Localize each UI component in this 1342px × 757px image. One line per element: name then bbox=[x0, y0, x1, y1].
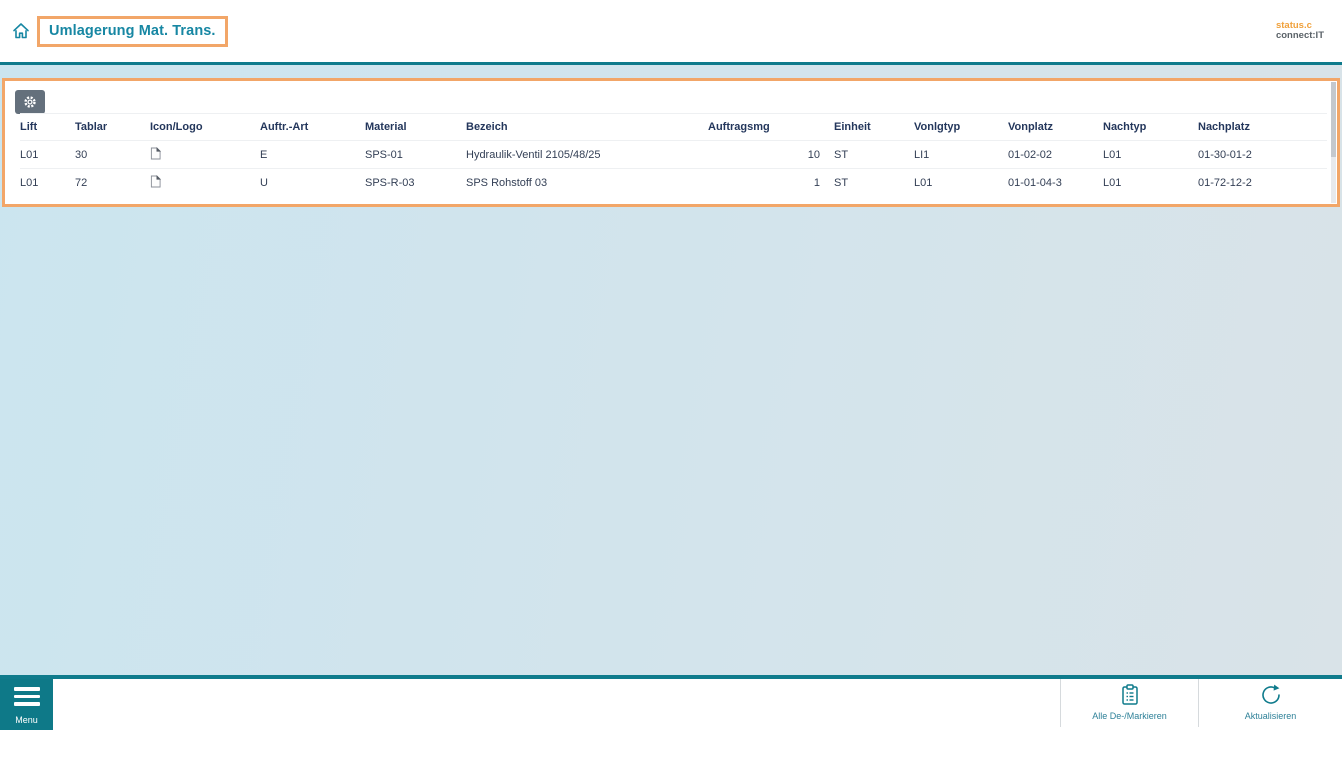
col-header-vonplatz[interactable]: Vonplatz bbox=[1008, 113, 1103, 141]
app-window: Umlagerung Mat. Trans. status.c connect:… bbox=[0, 0, 1342, 757]
col-header-auftr-art[interactable]: Auftr.-Art bbox=[260, 113, 365, 141]
clipboard-icon bbox=[1121, 684, 1138, 705]
col-header-auftragsmg[interactable]: Auftragsmg bbox=[708, 113, 834, 141]
cell-tablar: 30 bbox=[75, 140, 150, 169]
top-bar: Umlagerung Mat. Trans. status.c connect:… bbox=[0, 0, 1342, 62]
table-settings-button[interactable] bbox=[15, 90, 45, 114]
menu-button[interactable]: Menu bbox=[0, 679, 53, 730]
footer-bar: Menu Alle De-/Markieren Aktualisieren bbox=[0, 675, 1342, 753]
col-header-material[interactable]: Material bbox=[365, 113, 466, 141]
cell-auftr-art: E bbox=[260, 140, 365, 169]
cell-vonlgtyp: LI1 bbox=[914, 140, 1008, 169]
title-highlight-box: Umlagerung Mat. Trans. bbox=[37, 15, 228, 47]
col-header-tablar[interactable]: Tablar bbox=[75, 113, 150, 141]
scrollbar-thumb[interactable] bbox=[1331, 82, 1336, 158]
table-header-row: Lift Tablar Icon/Logo Auftr.-Art Materia… bbox=[20, 113, 1327, 141]
col-header-vonlgtyp[interactable]: Vonlgtyp bbox=[914, 113, 1008, 141]
table-row[interactable]: L01 72 U SPS-R-03 SPS Rohstoff 03 1 ST L… bbox=[20, 169, 1327, 197]
col-header-nachplatz[interactable]: Nachplatz bbox=[1198, 113, 1327, 141]
cell-bezeich: Hydraulik-Ventil 2105/48/25 bbox=[466, 140, 708, 169]
cell-einheit: ST bbox=[834, 176, 849, 189]
cell-bezeich: SPS Rohstoff 03 bbox=[466, 176, 548, 189]
page-title: Umlagerung Mat. Trans. bbox=[49, 22, 216, 39]
cell-lift: L01 bbox=[20, 176, 39, 189]
home-icon bbox=[13, 23, 29, 39]
cell-lift: L01 bbox=[20, 140, 75, 169]
content-area: Lift Tablar Icon/Logo Auftr.-Art Materia… bbox=[0, 65, 1342, 675]
table-scrollbar[interactable] bbox=[1331, 82, 1336, 203]
hamburger-icon bbox=[13, 687, 40, 706]
transport-table-panel: Lift Tablar Icon/Logo Auftr.-Art Materia… bbox=[2, 78, 1340, 207]
cell-nachtyp: L01 bbox=[1103, 140, 1198, 169]
footer-actions: Alle De-/Markieren Aktualisieren bbox=[1060, 679, 1342, 727]
cell-material: SPS-01 bbox=[365, 140, 466, 169]
cell-icon bbox=[150, 140, 260, 169]
gear-icon bbox=[24, 96, 36, 108]
cell-material: SPS-R-03 bbox=[365, 176, 415, 189]
home-button[interactable] bbox=[10, 20, 32, 42]
col-header-lift[interactable]: Lift bbox=[20, 113, 75, 141]
document-icon bbox=[150, 146, 161, 159]
transport-table: Lift Tablar Icon/Logo Auftr.-Art Materia… bbox=[20, 113, 1327, 197]
cell-icon bbox=[150, 169, 260, 197]
cell-nachplatz: 01-72-12-2 bbox=[1198, 176, 1252, 189]
cell-nachplatz: 01-30-01-2 bbox=[1198, 140, 1327, 169]
refresh-icon bbox=[1261, 684, 1280, 704]
mark-all-button[interactable]: Alle De-/Markieren bbox=[1060, 679, 1198, 727]
col-header-einheit[interactable]: Einheit bbox=[834, 113, 914, 141]
cell-vonlgtyp: L01 bbox=[914, 176, 933, 189]
cell-auftragsmg: 10 bbox=[708, 140, 834, 169]
col-header-nachtyp[interactable]: Nachtyp bbox=[1103, 113, 1198, 141]
menu-button-label: Menu bbox=[15, 715, 38, 725]
cell-einheit: ST bbox=[834, 140, 914, 169]
refresh-button[interactable]: Aktualisieren bbox=[1198, 679, 1342, 727]
cell-auftr-art: U bbox=[260, 176, 268, 189]
cell-auftragsmg: 1 bbox=[813, 176, 820, 189]
cell-vonplatz: 01-01-04-3 bbox=[1008, 176, 1062, 189]
brand-logo-line2: connect:IT bbox=[1275, 30, 1324, 41]
cell-nachtyp: L01 bbox=[1103, 176, 1122, 189]
table-row[interactable]: L01 30 E SPS-01 Hydraulik-Ventil 2105/48… bbox=[20, 140, 1327, 169]
col-header-icon-logo[interactable]: Icon/Logo bbox=[150, 113, 260, 141]
cell-vonplatz: 01-02-02 bbox=[1008, 140, 1103, 169]
col-header-bezeich[interactable]: Bezeich bbox=[466, 113, 708, 141]
mark-all-label: Alle De-/Markieren bbox=[1092, 711, 1167, 721]
refresh-label: Aktualisieren bbox=[1244, 711, 1297, 721]
brand-logo: status.c connect:IT bbox=[1276, 21, 1328, 41]
cell-tablar: 72 bbox=[75, 176, 88, 189]
document-icon bbox=[150, 174, 161, 188]
